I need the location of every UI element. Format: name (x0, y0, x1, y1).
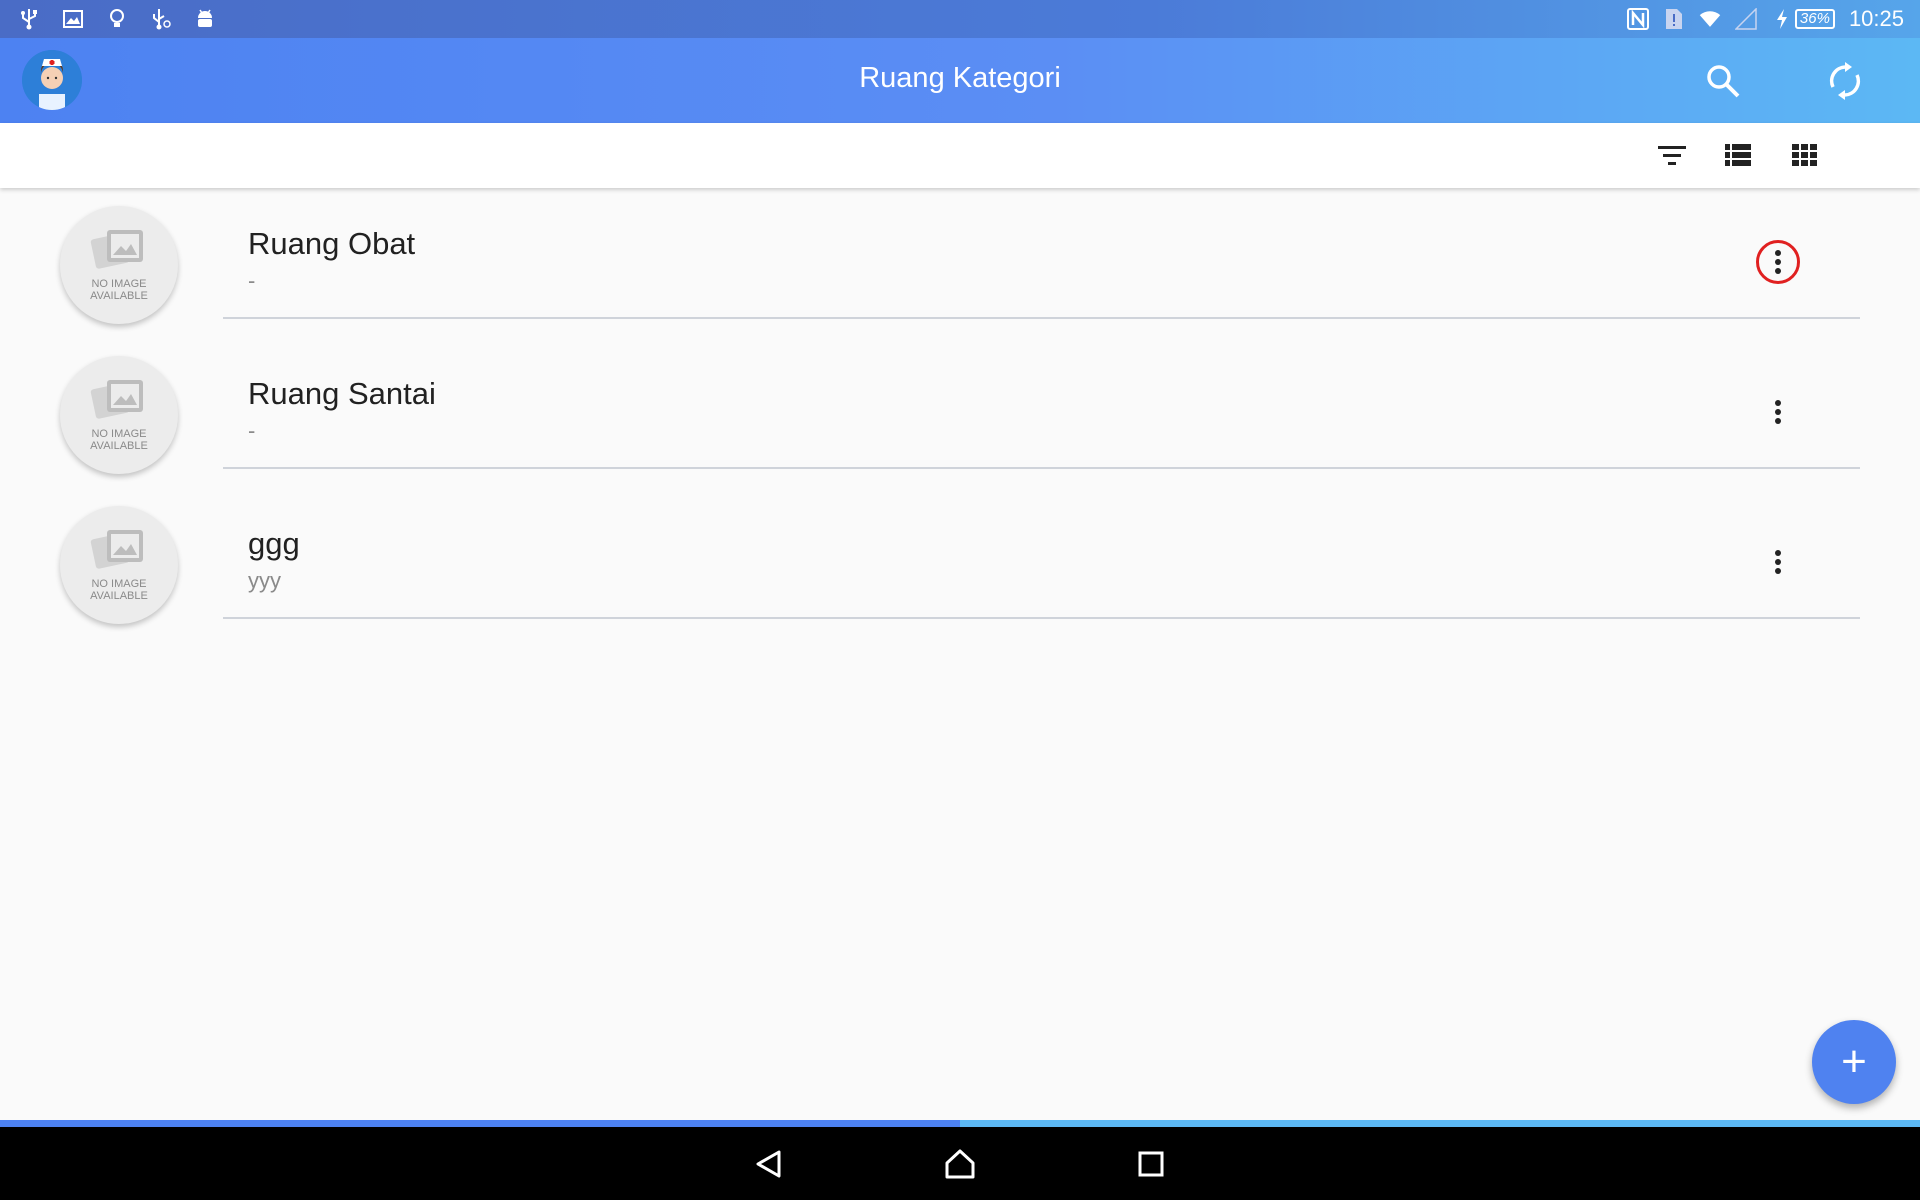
item-title: Ruang Obat (248, 226, 416, 261)
sim-alert-icon (1663, 8, 1685, 30)
item-subtitle: - (248, 268, 256, 293)
thumbnail-label: NO IMAGE AVAILABLE (90, 578, 148, 602)
battery-percent: 36% (1794, 9, 1835, 29)
thumbnail-label: NO IMAGE AVAILABLE (90, 428, 148, 452)
page-title: Ruang Kategori (859, 62, 1061, 94)
charging-icon (1771, 8, 1793, 30)
navigation-bar (0, 1127, 1920, 1200)
list-item[interactable]: NO IMAGE AVAILABLE Ruang Santai - (0, 350, 1920, 500)
no-image-icon (90, 530, 143, 569)
item-title: ggg (248, 526, 300, 561)
android-icon (194, 8, 216, 30)
more-vert-icon (1775, 250, 1781, 274)
usb-icon (18, 8, 40, 30)
nfc-icon (1626, 8, 1649, 30)
cell-signal-icon (1734, 8, 1757, 30)
back-icon (756, 1150, 781, 1178)
no-image-icon (90, 380, 143, 419)
divider (223, 617, 1860, 619)
item-thumbnail: NO IMAGE AVAILABLE (60, 506, 178, 624)
list-item[interactable]: NO IMAGE AVAILABLE Ruang Obat - (0, 200, 1920, 350)
recents-icon (1138, 1151, 1164, 1177)
image-icon (62, 8, 84, 30)
more-vert-icon (1775, 400, 1781, 424)
search-icon (1707, 65, 1740, 98)
app-bar: Ruang Kategori (0, 38, 1920, 123)
add-category-button[interactable]: + (1812, 1020, 1896, 1104)
status-bar: 36% 10:25 (0, 0, 1920, 38)
sync-icon (1829, 62, 1861, 100)
sync-button[interactable] (1820, 56, 1870, 106)
grid-view-button[interactable] (1784, 135, 1824, 175)
item-subtitle: - (248, 418, 256, 443)
more-options-button[interactable] (1756, 540, 1800, 584)
back-button[interactable] (746, 1141, 792, 1187)
more-options-button[interactable] (1756, 240, 1800, 284)
usb-debug-icon (150, 8, 172, 30)
filter-button[interactable] (1652, 135, 1692, 175)
battery-indicator: 36% (1771, 8, 1835, 30)
item-thumbnail: NO IMAGE AVAILABLE (60, 356, 178, 474)
home-button[interactable] (937, 1141, 983, 1187)
grid-view-icon (1792, 144, 1817, 166)
view-toolbar (0, 123, 1920, 188)
list-view-icon (1725, 144, 1751, 166)
divider (223, 317, 1860, 319)
item-subtitle: yyy (248, 568, 281, 593)
list-item[interactable]: NO IMAGE AVAILABLE ggg yyy (0, 500, 1920, 650)
filter-icon (1658, 146, 1686, 165)
more-options-button[interactable] (1756, 390, 1800, 434)
wifi-icon (1699, 8, 1721, 30)
home-icon (945, 1149, 975, 1179)
clock: 10:25 (1848, 6, 1904, 31)
category-list: NO IMAGE AVAILABLE Ruang Obat - NO IMAGE… (0, 200, 1920, 650)
thumbnail-label: NO IMAGE AVAILABLE (90, 278, 148, 302)
bulb-icon (106, 8, 128, 30)
more-vert-icon (1775, 550, 1781, 574)
no-image-icon (90, 230, 143, 269)
divider (223, 467, 1860, 469)
item-title: Ruang Santai (248, 376, 436, 411)
list-view-button[interactable] (1718, 135, 1758, 175)
search-button[interactable] (1698, 56, 1748, 106)
item-thumbnail: NO IMAGE AVAILABLE (60, 206, 178, 324)
recents-button[interactable] (1128, 1141, 1174, 1187)
progress-accent-bar (0, 1120, 1920, 1127)
